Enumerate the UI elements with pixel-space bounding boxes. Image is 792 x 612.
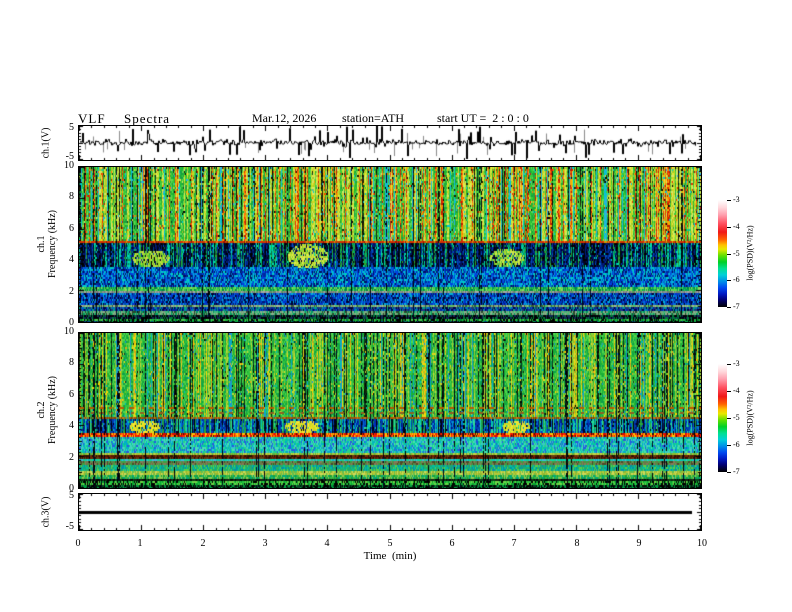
ch2-spectrogram-panel: [78, 332, 702, 489]
time-tick-label: 8: [574, 538, 580, 549]
time-tick-label: 7: [511, 538, 517, 549]
ch1-colorbar-label: log(PSD)(V²/Hz): [745, 225, 755, 281]
ch1-spectrogram-panel: [78, 166, 702, 323]
colorbar-tick-mark: [727, 280, 731, 281]
ch3-waveform-panel: [78, 493, 702, 531]
ch1-spectrogram-canvas: [79, 167, 701, 322]
colorbar-tick-mark: [727, 472, 731, 473]
ch1-waveform-panel: [78, 125, 702, 161]
time-tick-label: 4: [324, 538, 330, 549]
ch3-waveform-canvas: [79, 494, 701, 530]
figure-station: station=ATH: [342, 111, 405, 125]
ch1-spec-ytick-label: 4: [69, 254, 74, 265]
time-tick-label: 0: [75, 538, 81, 549]
ch2-spectrogram-canvas: [79, 333, 701, 488]
colorbar2-tick-label: -7: [733, 467, 740, 476]
colorbar2-tick-label: -6: [733, 440, 740, 449]
ch1-wave-ytick-top: 5: [69, 122, 74, 133]
ch2-spec-ytick-label: 2: [69, 452, 74, 463]
figure-date: Mar.12, 2026: [252, 111, 317, 125]
time-tick-label: 6: [449, 538, 455, 549]
time-axis-label: Time (min): [363, 550, 417, 562]
ch2-spec-ytick-label: 8: [69, 357, 74, 368]
ch2-frequency-axis-label: ch.2 Frequency (kHz): [36, 376, 58, 444]
vlf-spectra-figure: VLF Spectra Mar.12, 2026 station=ATH sta…: [0, 0, 792, 612]
colorbar1-tick-label: -7: [733, 302, 740, 311]
time-tick-label: 5: [387, 538, 393, 549]
colorbar2-tick-label: -5: [733, 413, 740, 422]
ch2-colorbar-label: log(PSD)(V²/Hz): [745, 390, 755, 446]
colorbar-tick-mark: [727, 200, 731, 201]
time-tick-label: 1: [137, 538, 143, 549]
colorbar-tick-mark: [727, 227, 731, 228]
ch2-spec-ytick-label: 4: [69, 420, 74, 431]
colorbar1-tick-label: -4: [733, 222, 740, 231]
figure-start-ut: start UT = 2 : 0 : 0: [437, 111, 529, 125]
ch2-frequency-axis-text: Frequency (kHz): [47, 375, 58, 445]
ch2-frequency-axis-channel: ch.2: [36, 401, 47, 419]
colorbar2-tick-label: -3: [733, 359, 740, 368]
time-tick-label: 2: [200, 538, 206, 549]
colorbar-tick-mark: [727, 364, 731, 365]
colorbar2-tick-label: -4: [733, 386, 740, 395]
ch1-spec-ytick-label: 6: [69, 223, 74, 234]
ch1-spec-ytick-label: 2: [69, 286, 74, 297]
ch1-spec-ytick-label: 8: [69, 191, 74, 202]
ch1-frequency-axis-label: ch.1 Frequency (kHz): [36, 210, 58, 278]
time-tick-label: 3: [262, 538, 268, 549]
colorbar-tick-mark: [727, 418, 731, 419]
ch1-colorbar: [718, 200, 727, 307]
colorbar1-tick-label: -6: [733, 275, 740, 284]
colorbar1-tick-label: -5: [733, 249, 740, 258]
ch1-waveform-canvas: [79, 126, 701, 160]
ch1-frequency-axis-text: Frequency (kHz): [47, 209, 58, 279]
ch2-colorbar: [718, 364, 727, 472]
ch1-wave-ytick-bottom: -5: [65, 151, 74, 162]
ch1-frequency-axis-channel: ch.1: [36, 235, 47, 253]
time-tick-label: 9: [636, 538, 642, 549]
colorbar1-tick-label: -3: [733, 195, 740, 204]
ch3-wave-ytick-bottom: -5: [65, 521, 74, 532]
ch1-spec-ytick-label: 10: [64, 160, 74, 171]
colorbar-tick-mark: [727, 307, 731, 308]
ch3-wave-ytick-top: 5: [69, 490, 74, 501]
colorbar-tick-mark: [727, 254, 731, 255]
colorbar-tick-mark: [727, 391, 731, 392]
time-tick-label: 10: [697, 538, 707, 549]
ch2-spec-ytick-label: 6: [69, 389, 74, 400]
ch2-spec-ytick-label: 10: [64, 326, 74, 337]
colorbar-tick-mark: [727, 445, 731, 446]
